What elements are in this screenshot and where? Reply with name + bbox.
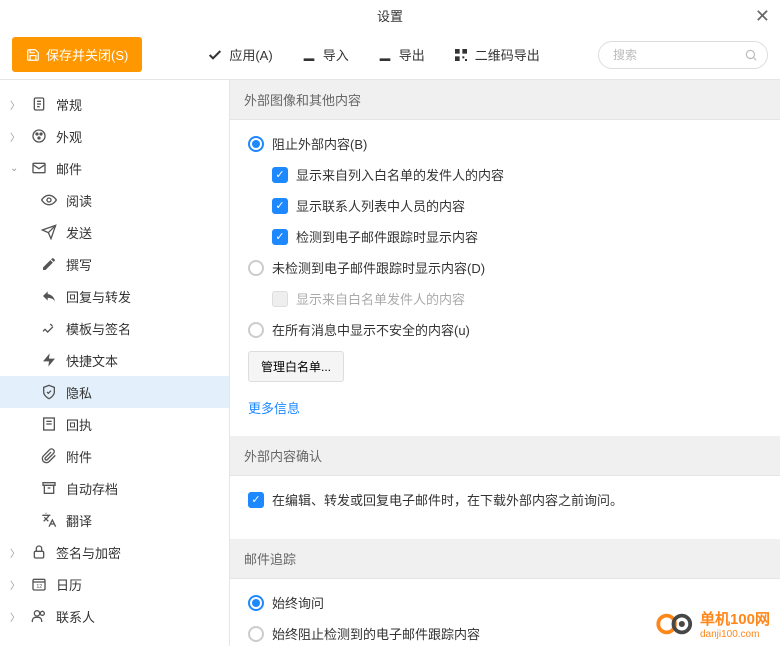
radio-icon [248,136,264,152]
translate-icon [40,512,58,528]
radio-block-external[interactable]: 阻止外部内容(B) [248,134,762,153]
section-tracking-header: 邮件追踪 [230,539,780,579]
sidebar-item-reply[interactable]: 回复与转发 [0,280,229,312]
paperclip-icon [40,448,58,464]
export-button[interactable]: 导出 [377,45,425,64]
search-box [598,41,768,69]
check-icon [207,47,223,63]
sidebar-item-templates[interactable]: 模板与签名 [0,312,229,344]
chevron-right-icon: 〉 [10,545,22,560]
radio-icon [248,322,264,338]
sidebar-item-send[interactable]: 发送 [0,216,229,248]
sidebar-item-contacts[interactable]: 〉 联系人 [0,600,229,632]
sidebar-item-compose[interactable]: 撰写 [0,248,229,280]
mail-icon [30,160,48,176]
qr-export-button[interactable]: 二维码导出 [453,45,540,64]
watermark: 单机100网 danji100.com [656,608,770,640]
sidebar-item-autosave[interactable]: 自动存档 [0,472,229,504]
receipt-icon [40,416,58,432]
check-whitelist-senders[interactable]: 显示来自列入白名单的发件人的内容 [272,165,762,184]
import-button[interactable]: 导入 [301,45,349,64]
checkbox-icon [272,229,288,245]
checkbox-icon [272,167,288,183]
clipboard-icon [30,96,48,112]
titlebar: 设置 ✕ [0,0,780,30]
chevron-right-icon: 〉 [10,129,22,144]
sidebar-item-read[interactable]: 阅读 [0,184,229,216]
save-icon [26,48,40,62]
chevron-down-icon: ⌄ [10,163,22,174]
check-confirm-download[interactable]: 在编辑、转发或回复电子邮件时，在下载外部内容之前询问。 [248,490,762,509]
sidebar: 〉 常规 〉 外观 ⌄ 邮件 阅读 发送 撰写 回复与转发 模板与签名 快捷文本… [0,80,230,646]
svg-text:12: 12 [36,584,42,590]
logo-icon [656,610,694,638]
window-title: 设置 [377,6,403,25]
search-icon [744,48,758,62]
close-icon[interactable]: ✕ [755,6,770,27]
chevron-right-icon: 〉 [10,97,22,112]
manage-whitelist-button[interactable]: 管理白名单... [248,351,344,382]
eye-icon [40,192,58,208]
watermark-name: 单机100网 [700,608,770,629]
search-input[interactable] [598,41,768,69]
send-icon [40,224,58,240]
signature-icon [40,320,58,336]
section-confirm-header: 外部内容确认 [230,436,780,476]
check-whitelist-disabled: 显示来自白名单发件人的内容 [272,289,762,308]
bolt-icon [40,352,58,368]
sidebar-item-calendar[interactable]: 〉 12 日历 [0,568,229,600]
toolbar: 保存并关闭(S) 应用(A) 导入 导出 二维码导出 [0,30,780,80]
sidebar-item-sign[interactable]: 〉 签名与加密 [0,536,229,568]
sidebar-item-quicktext[interactable]: 快捷文本 [0,344,229,376]
contacts-icon [30,608,48,624]
sidebar-item-appearance[interactable]: 〉 外观 [0,120,229,152]
radio-icon [248,626,264,642]
sidebar-item-translate[interactable]: 翻译 [0,504,229,536]
save-close-button[interactable]: 保存并关闭(S) [12,37,142,72]
radio-icon [248,595,264,611]
more-info-link[interactable]: 更多信息 [248,398,300,417]
pencil-icon [40,256,58,272]
archive-icon [40,480,58,496]
chevron-right-icon: 〉 [10,609,22,624]
export-icon [377,47,393,63]
watermark-url: danji100.com [700,629,770,640]
lock-icon [30,544,48,560]
section-external-header: 外部图像和其他内容 [230,80,780,120]
radio-no-tracking[interactable]: 未检测到电子邮件跟踪时显示内容(D) [248,258,762,277]
palette-icon [30,128,48,144]
apply-button[interactable]: 应用(A) [207,45,272,64]
calendar-icon: 12 [30,576,48,592]
qr-icon [453,47,469,63]
sidebar-item-general[interactable]: 〉 常规 [0,88,229,120]
sidebar-item-privacy[interactable]: 隐私 [0,376,229,408]
shield-icon [40,384,58,400]
check-contacts[interactable]: 显示联系人列表中人员的内容 [272,196,762,215]
import-icon [301,47,317,63]
chevron-right-icon: 〉 [10,577,22,592]
checkbox-icon [272,198,288,214]
radio-show-unsafe[interactable]: 在所有消息中显示不安全的内容(u) [248,320,762,339]
check-tracking-detected[interactable]: 检测到电子邮件跟踪时显示内容 [272,227,762,246]
sidebar-item-receipts[interactable]: 回执 [0,408,229,440]
reply-icon [40,288,58,304]
radio-icon [248,260,264,276]
content-panel: 外部图像和其他内容 阻止外部内容(B) 显示来自列入白名单的发件人的内容 显示联… [230,80,780,646]
checkbox-icon [248,492,264,508]
checkbox-icon [272,291,288,307]
sidebar-item-mail[interactable]: ⌄ 邮件 [0,152,229,184]
sidebar-item-attachments[interactable]: 附件 [0,440,229,472]
